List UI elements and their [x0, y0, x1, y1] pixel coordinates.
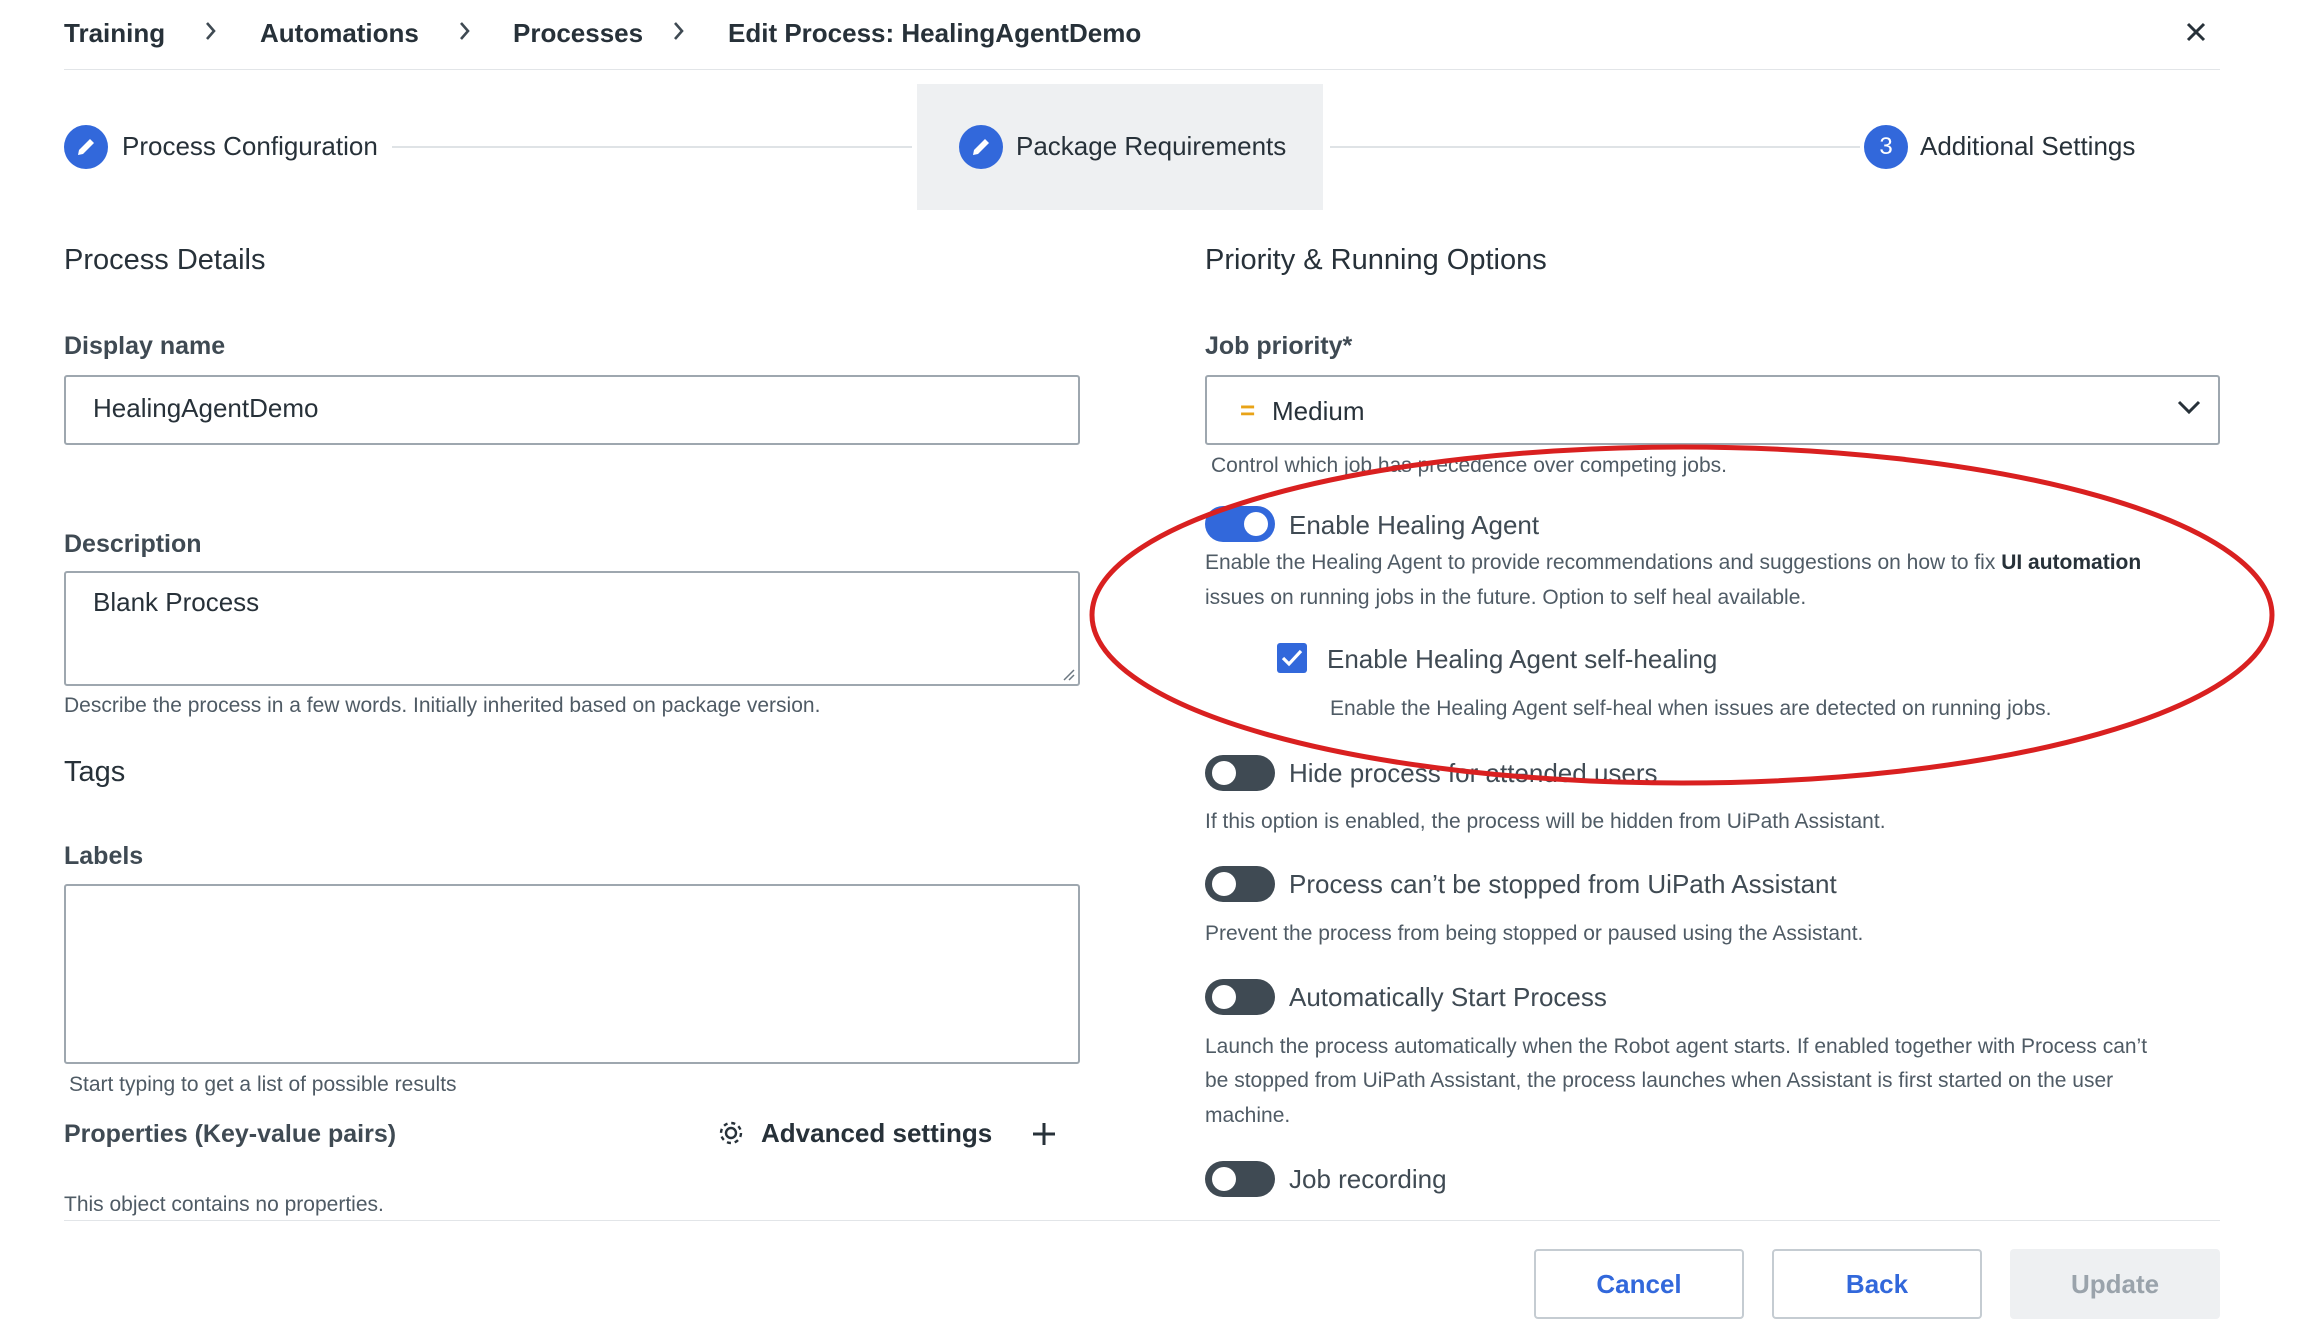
gear-icon	[719, 1121, 743, 1145]
auto-start-label: Automatically Start Process	[1289, 982, 1607, 1012]
header-divider	[64, 69, 2220, 70]
breadcrumb-current: Edit Process: HealingAgentDemo	[728, 18, 1142, 48]
step-number-badge: 3	[1864, 125, 1908, 169]
chevron-down-icon	[2177, 400, 2201, 415]
step-process-configuration[interactable]: Process Configuration	[122, 131, 378, 162]
cannot-stop-toggle[interactable]	[1205, 866, 1275, 902]
description-label: Description	[64, 530, 202, 558]
advanced-settings-label: Advanced settings	[761, 1118, 993, 1148]
cancel-button[interactable]: Cancel	[1534, 1249, 1744, 1319]
labels-label: Labels	[64, 842, 144, 870]
self-healing-help: Enable the Healing Agent self-heal when …	[1330, 697, 2052, 720]
labels-help: Start typing to get a list of possible r…	[69, 1073, 457, 1096]
job-recording-label: Job recording	[1289, 1164, 1447, 1194]
check-icon	[1281, 649, 1303, 667]
tags-title: Tags	[64, 756, 126, 788]
job-priority-help: Control which job has precedence over co…	[1211, 454, 1727, 477]
job-priority-label: Job priority*	[1205, 332, 1353, 360]
step-package-requirements[interactable]: Package Requirements	[1016, 131, 1286, 162]
pencil-icon	[959, 125, 1003, 169]
self-healing-label: Enable Healing Agent self-healing	[1327, 644, 1718, 674]
healing-agent-help-2: issues on running jobs in the future. Op…	[1205, 586, 1807, 609]
cannot-stop-help: Prevent the process from being stopped o…	[1205, 922, 1864, 945]
healing-agent-toggle[interactable]	[1205, 506, 1275, 542]
description-help: Describe the process in a few words. Ini…	[64, 694, 821, 717]
breadcrumb-automations[interactable]: Automations	[260, 18, 419, 49]
display-name-value: HealingAgentDemo	[93, 393, 319, 423]
description-value: Blank Process	[93, 587, 260, 617]
cannot-stop-label: Process can’t be stopped from UiPath Ass…	[1289, 869, 1837, 899]
hide-process-help: If this option is enabled, the process w…	[1205, 810, 1886, 833]
priority-options-title: Priority & Running Options	[1205, 244, 1547, 276]
display-name-label: Display name	[64, 332, 226, 360]
self-healing-checkbox[interactable]	[1277, 643, 1307, 673]
pencil-icon	[64, 125, 108, 169]
hide-process-label: Hide process for attended users	[1289, 758, 1658, 788]
update-button[interactable]: Update	[2010, 1249, 2220, 1319]
footer-divider	[64, 1220, 2220, 1221]
step-connector	[392, 146, 912, 148]
auto-start-help-1: Launch the process automatically when th…	[1205, 1035, 2148, 1058]
step-additional-settings[interactable]: Additional Settings	[1920, 131, 2135, 162]
advanced-settings-button[interactable]: Advanced settings	[716, 1114, 992, 1154]
step-connector	[1330, 146, 1860, 148]
labels-input[interactable]	[64, 884, 1080, 1064]
process-details-title: Process Details	[64, 244, 266, 276]
no-properties-text: This object contains no properties.	[64, 1193, 384, 1216]
healing-agent-label: Enable Healing Agent	[1289, 510, 1540, 540]
breadcrumb-processes[interactable]: Processes	[513, 18, 643, 49]
auto-start-help-2: be stopped from UiPath Assistant, the pr…	[1205, 1069, 2114, 1092]
close-icon[interactable]	[2180, 16, 2212, 48]
resize-handle-icon[interactable]	[1062, 668, 1076, 682]
properties-label: Properties (Key-value pairs)	[64, 1120, 397, 1148]
hide-process-toggle[interactable]	[1205, 755, 1275, 791]
chevron-right-icon	[674, 22, 684, 40]
healing-agent-help: Enable the Healing Agent to provide reco…	[1205, 551, 2142, 574]
auto-start-help-3: machine.	[1205, 1104, 1291, 1127]
chevron-right-icon	[460, 22, 470, 40]
add-icon[interactable]	[1030, 1120, 1058, 1148]
back-button[interactable]: Back	[1772, 1249, 1982, 1319]
auto-start-toggle[interactable]	[1205, 979, 1275, 1015]
priority-medium-icon: =	[1240, 395, 1256, 425]
job-recording-toggle[interactable]	[1205, 1161, 1275, 1197]
breadcrumb-training[interactable]: Training	[64, 18, 165, 49]
chevron-right-icon	[206, 22, 216, 40]
job-priority-value: Medium	[1272, 396, 1365, 426]
